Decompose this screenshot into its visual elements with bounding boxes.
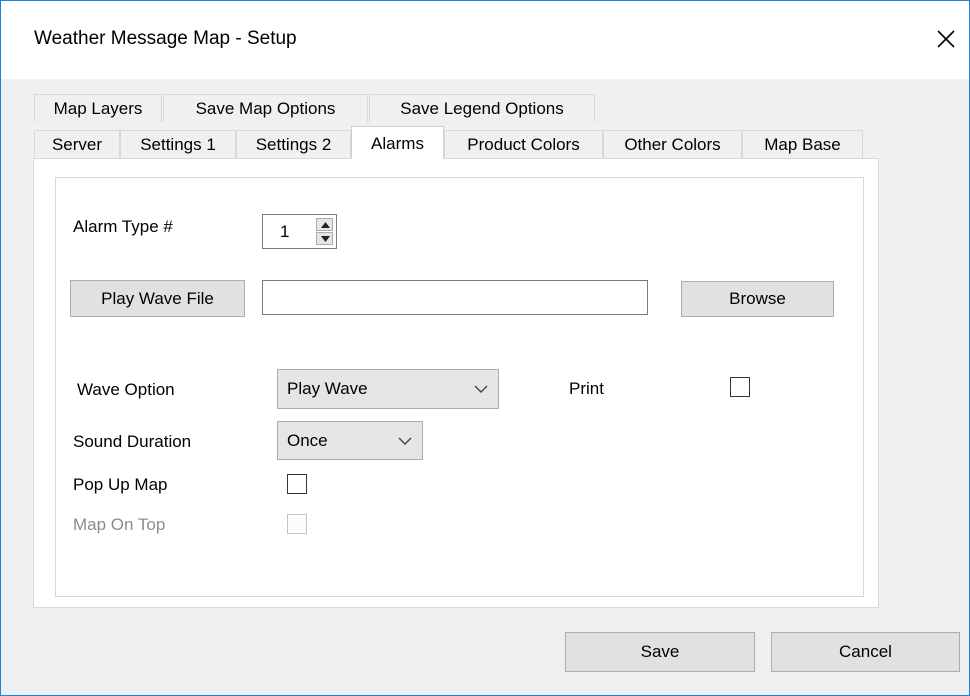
close-button[interactable] — [926, 19, 966, 59]
browse-button[interactable]: Browse — [681, 281, 834, 317]
tab-settings-2[interactable]: Settings 2 — [236, 130, 351, 158]
chevron-down-icon — [398, 437, 412, 445]
popup-map-label: Pop Up Map — [73, 475, 168, 494]
wave-option-label: Wave Option — [77, 380, 175, 399]
print-checkbox[interactable] — [730, 377, 750, 397]
map-on-top-label: Map On Top — [73, 515, 166, 534]
close-icon — [937, 30, 955, 48]
cancel-button[interactable]: Cancel — [771, 632, 960, 672]
tab-map-layers[interactable]: Map Layers — [34, 94, 162, 122]
tab-other-colors[interactable]: Other Colors — [603, 130, 742, 158]
title-bar: Weather Message Map - Setup — [1, 1, 969, 79]
popup-map-checkbox[interactable] — [287, 474, 307, 494]
alarm-type-label: Alarm Type # — [73, 217, 173, 236]
sound-duration-dropdown[interactable]: Once — [277, 421, 423, 460]
tab-alarms[interactable]: Alarms — [351, 126, 444, 159]
spin-up-button[interactable] — [316, 218, 333, 231]
sound-duration-label: Sound Duration — [73, 432, 192, 451]
tab-settings-1[interactable]: Settings 1 — [120, 130, 236, 158]
wave-file-input[interactable] — [262, 280, 648, 315]
sound-duration-value: Once — [287, 430, 328, 450]
alarm-type-value: 1 — [280, 222, 290, 241]
play-wave-file-button[interactable]: Play Wave File — [70, 280, 245, 317]
alarm-type-spinner[interactable]: 1 — [262, 214, 337, 249]
spin-down-button[interactable] — [316, 232, 333, 245]
tab-product-colors[interactable]: Product Colors — [444, 130, 603, 158]
tab-save-legend-options[interactable]: Save Legend Options — [369, 94, 595, 122]
chevron-down-icon — [474, 385, 488, 393]
arrow-down-icon — [321, 236, 330, 242]
wave-option-dropdown[interactable]: Play Wave — [277, 369, 499, 409]
wave-option-value: Play Wave — [287, 379, 368, 398]
window-title: Weather Message Map - Setup — [34, 28, 297, 49]
arrow-up-icon — [321, 222, 330, 228]
tab-save-map-options[interactable]: Save Map Options — [163, 94, 368, 122]
save-button[interactable]: Save — [565, 632, 755, 672]
print-label: Print — [569, 379, 604, 398]
map-on-top-checkbox — [287, 514, 307, 534]
setup-dialog: Weather Message Map - Setup Map Layers S… — [0, 0, 970, 696]
tab-map-base[interactable]: Map Base — [742, 130, 863, 158]
tab-server[interactable]: Server — [34, 130, 120, 158]
